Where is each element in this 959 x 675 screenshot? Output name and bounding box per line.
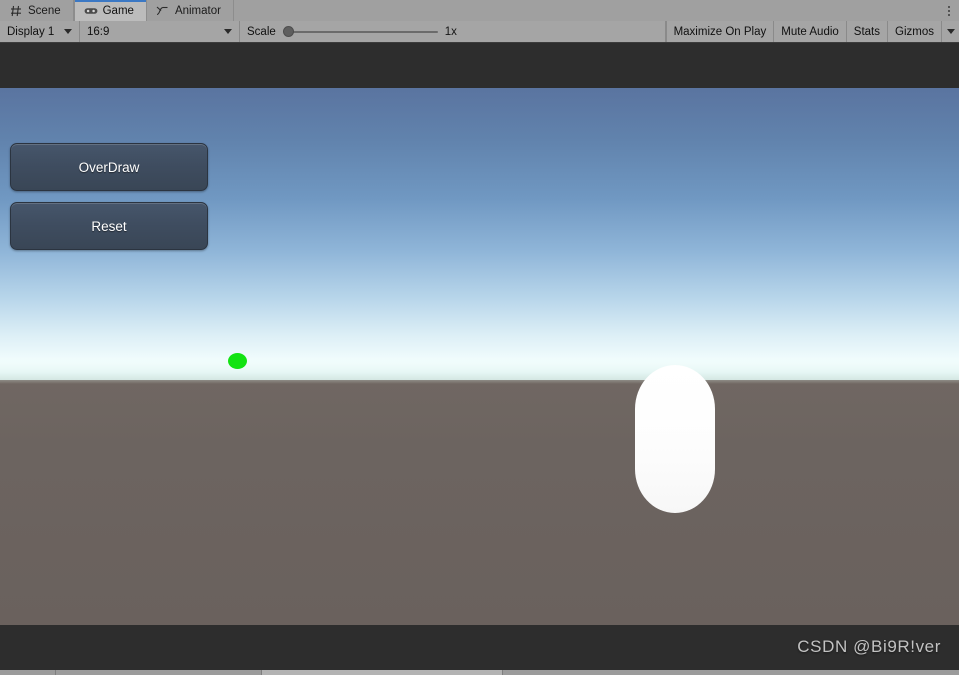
gizmos-dropdown-button[interactable] [941,21,959,42]
mute-audio-button[interactable]: Mute Audio [773,21,846,42]
animation-curve-icon [156,5,170,17]
chevron-down-icon [64,29,72,34]
chevron-down-icon [946,29,955,34]
grid-icon [9,5,23,17]
scale-label: Scale [247,25,276,38]
display-dropdown-label: Display 1 [7,25,55,38]
status-bar [0,670,959,675]
game-view[interactable]: OverDraw Reset CSDN @Bi9R!ver [0,43,959,670]
scale-slider-track [286,30,438,33]
aspect-ratio-label: 16:9 [87,25,110,38]
reset-button-label: Reset [91,218,127,234]
tab-game-label: Game [102,4,134,17]
aspect-ratio-dropdown[interactable]: 16:9 [80,21,240,42]
scale-slider-knob[interactable] [282,26,294,37]
maximize-on-play-label: Maximize On Play [673,25,767,38]
horizon-haze [0,360,959,382]
status-bar-segment [503,670,959,675]
watermark-text: CSDN @Bi9R!ver [797,637,941,656]
scale-control: Scale 1x [240,21,666,42]
tab-game[interactable]: Game [73,0,147,21]
tab-bar: Scene Game Animator [0,0,959,21]
white-capsule-object [635,365,715,513]
toolbar-right-group: Maximize On Play Mute Audio Stats Gizmos [665,21,959,42]
overdraw-button-label: OverDraw [78,159,140,175]
stats-label: Stats [853,25,881,38]
status-bar-segment [0,670,56,675]
maximize-on-play-button[interactable]: Maximize On Play [665,21,774,42]
rendered-scene: OverDraw Reset [0,88,959,625]
scale-value: 1x [444,25,457,38]
gizmos-button[interactable]: Gizmos [887,21,941,42]
gizmos-label: Gizmos [895,25,934,38]
mute-audio-label: Mute Audio [781,25,839,38]
scale-slider[interactable] [282,26,438,38]
tab-animator[interactable]: Animator [146,0,234,21]
kebab-menu-icon[interactable] [939,0,959,21]
ground-plane [0,380,959,625]
status-bar-segment-highlight [262,670,503,675]
tab-scene-label: Scene [28,4,61,17]
tab-bar-spacer [233,0,939,21]
tab-animator-label: Animator [174,4,221,17]
tab-scene[interactable]: Scene [0,0,74,21]
overdraw-button[interactable]: OverDraw [10,143,208,191]
gamepad-icon [84,5,98,17]
reset-button[interactable]: Reset [10,202,208,250]
game-view-toolbar: Display 1 16:9 Scale 1x Maximize On Play… [0,21,959,42]
green-marker-object [228,353,247,369]
chevron-down-icon [224,29,232,34]
stats-button[interactable]: Stats [845,21,888,42]
letterbox-top [0,43,959,88]
unity-editor-window: Scene Game Animator Display 1 16:9 Scale… [0,0,959,675]
status-bar-segment [56,670,262,675]
display-dropdown[interactable]: Display 1 [0,21,80,42]
